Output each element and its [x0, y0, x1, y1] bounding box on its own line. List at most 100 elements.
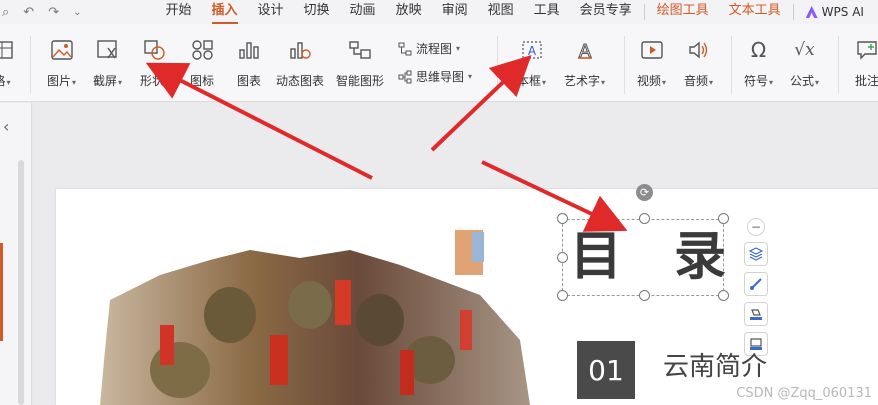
svg-text:A: A: [578, 41, 591, 60]
tab-slideshow[interactable]: 放映: [386, 0, 432, 24]
resize-handle[interactable]: [557, 252, 568, 263]
wordart-label: 艺术字: [564, 74, 601, 88]
mindmap-label: 思维导图: [416, 70, 465, 84]
scissors-icon: [96, 38, 120, 62]
speaker-icon: [687, 38, 711, 62]
ribbon-divider: [30, 36, 31, 94]
flowchart-button[interactable]: 流程图 ▾: [398, 40, 460, 57]
resize-handle[interactable]: [557, 213, 568, 224]
table-button[interactable]: 格▾: [0, 38, 14, 89]
mindmap-button[interactable]: 思维导图 ▾: [398, 68, 472, 85]
audio-button[interactable]: 音频▾: [684, 38, 713, 89]
ribbon-divider: [838, 36, 839, 94]
wordart-button[interactable]: A 艺术字▾: [564, 38, 605, 89]
textbox-label: 本框: [517, 74, 542, 88]
collapse-toolbar-icon[interactable]: −: [747, 218, 765, 236]
fill-color-icon[interactable]: [744, 302, 768, 326]
formula-icon: √x: [794, 40, 815, 60]
flowchart-label: 流程图: [416, 42, 453, 56]
chart-label: 图表: [237, 74, 262, 88]
comment-button[interactable]: 批注: [855, 38, 878, 89]
resize-handle[interactable]: [718, 290, 729, 301]
rotate-handle-icon[interactable]: ⟳: [636, 184, 653, 201]
search-icon[interactable]: ⌕: [2, 5, 9, 20]
dynamic-chart-label: 动态图表: [276, 74, 325, 88]
resize-handle[interactable]: [718, 213, 729, 224]
agenda-number-badge[interactable]: 01: [577, 341, 635, 399]
tab-member[interactable]: 会员专享: [570, 0, 642, 24]
formula-button[interactable]: √x 公式▾: [790, 38, 819, 89]
ribbon-divider: [731, 36, 732, 94]
tab-tools[interactable]: 工具: [524, 0, 570, 24]
symbol-button[interactable]: Ω 符号▾: [744, 38, 773, 89]
menu-bar: ⌕ ↶ ↷ ⌄ 开始 插入 设计 切换 动画 放映 审阅 视图 工具 会员专享 …: [0, 0, 878, 24]
tab-drawing-tools[interactable]: 绘图工具: [647, 0, 719, 24]
tab-view[interactable]: 视图: [478, 0, 524, 24]
collapse-panel-icon[interactable]: ‹: [3, 117, 9, 136]
video-icon: [640, 38, 664, 62]
tab-review[interactable]: 审阅: [432, 0, 478, 24]
symbol-label: 符号: [744, 74, 769, 88]
slide-photo-wind-chimes[interactable]: [100, 220, 540, 405]
formula-label: 公式: [790, 74, 815, 88]
quick-access-toolbar: ⌕ ↶ ↷ ⌄: [0, 5, 81, 20]
mindmap-icon: [398, 70, 412, 84]
tab-insert[interactable]: 插入: [202, 0, 248, 24]
audio-label: 音频: [684, 74, 709, 88]
shape-button[interactable]: 形状▾: [140, 38, 169, 89]
flowchart-icon: [398, 42, 412, 56]
comment-label: 批注: [855, 74, 878, 88]
thumbnail-scrollbar[interactable]: [18, 160, 24, 405]
watermark: CSDN @Zqq_060131: [736, 386, 872, 401]
resize-handle[interactable]: [557, 290, 568, 301]
layers-icon[interactable]: [744, 242, 768, 266]
svg-text:A: A: [527, 44, 536, 58]
agenda-item-text[interactable]: 云南简介: [663, 346, 767, 383]
tab-design[interactable]: 设计: [248, 0, 294, 24]
wps-ai-label: WPS AI: [821, 5, 864, 19]
resize-handle[interactable]: [639, 290, 650, 301]
ribbon-divider: [624, 36, 625, 94]
wps-ai-button[interactable]: WPS AI: [796, 5, 864, 19]
icon-library-icon: [190, 38, 214, 62]
wordart-icon: A: [573, 38, 597, 62]
dynamic-chart-button[interactable]: 动态图表: [276, 38, 324, 89]
slide-thumbnail-panel: ‹: [0, 103, 32, 405]
screenshot-label: 截屏: [93, 74, 118, 88]
resize-handle[interactable]: [639, 213, 650, 224]
smart-graphic-icon: [348, 38, 372, 62]
smart-graphic-label: 智能图形: [336, 74, 385, 88]
menu-divider: [792, 4, 794, 20]
bar-chart-icon: [237, 38, 261, 62]
ribbon-divider: [497, 36, 498, 94]
shapes-icon: [143, 38, 167, 62]
table-icon: [0, 38, 14, 62]
video-button[interactable]: 视频▾: [637, 38, 666, 89]
icons-button[interactable]: 图标: [190, 38, 214, 89]
tab-home[interactable]: 开始: [155, 0, 201, 24]
brush-icon[interactable]: [744, 272, 768, 296]
chart-button[interactable]: 图表: [237, 38, 261, 89]
shape-label: 形状: [140, 74, 165, 88]
redo-icon[interactable]: ↷: [48, 5, 59, 20]
textbox-button[interactable]: A 本框▾: [517, 38, 546, 89]
menu-divider: [643, 4, 645, 20]
table-label: 格: [0, 74, 6, 88]
chevron-down-icon[interactable]: ⌄: [73, 7, 81, 18]
tab-animations[interactable]: 动画: [340, 0, 386, 24]
ribbon-insert: 格▾ 图片▾ 截屏▾ 形状▾ 图标 图表 动态图表: [0, 24, 878, 102]
omega-icon: Ω: [750, 38, 767, 62]
picture-button[interactable]: 图片▾: [47, 38, 76, 89]
screenshot-button[interactable]: 截屏▾: [93, 38, 122, 89]
comment-icon: [855, 38, 878, 62]
tab-transitions[interactable]: 切换: [294, 0, 340, 24]
floating-toolbar: −: [742, 218, 770, 356]
wps-ai-logo-icon: [805, 6, 818, 18]
undo-icon[interactable]: ↶: [23, 5, 34, 20]
video-label: 视频: [637, 74, 662, 88]
dynamic-chart-icon: [288, 38, 312, 62]
icons-label: 图标: [190, 74, 215, 88]
tab-text-tools[interactable]: 文本工具: [719, 0, 791, 24]
picture-label: 图片: [47, 74, 72, 88]
smart-graphic-button[interactable]: 智能图形: [336, 38, 384, 89]
